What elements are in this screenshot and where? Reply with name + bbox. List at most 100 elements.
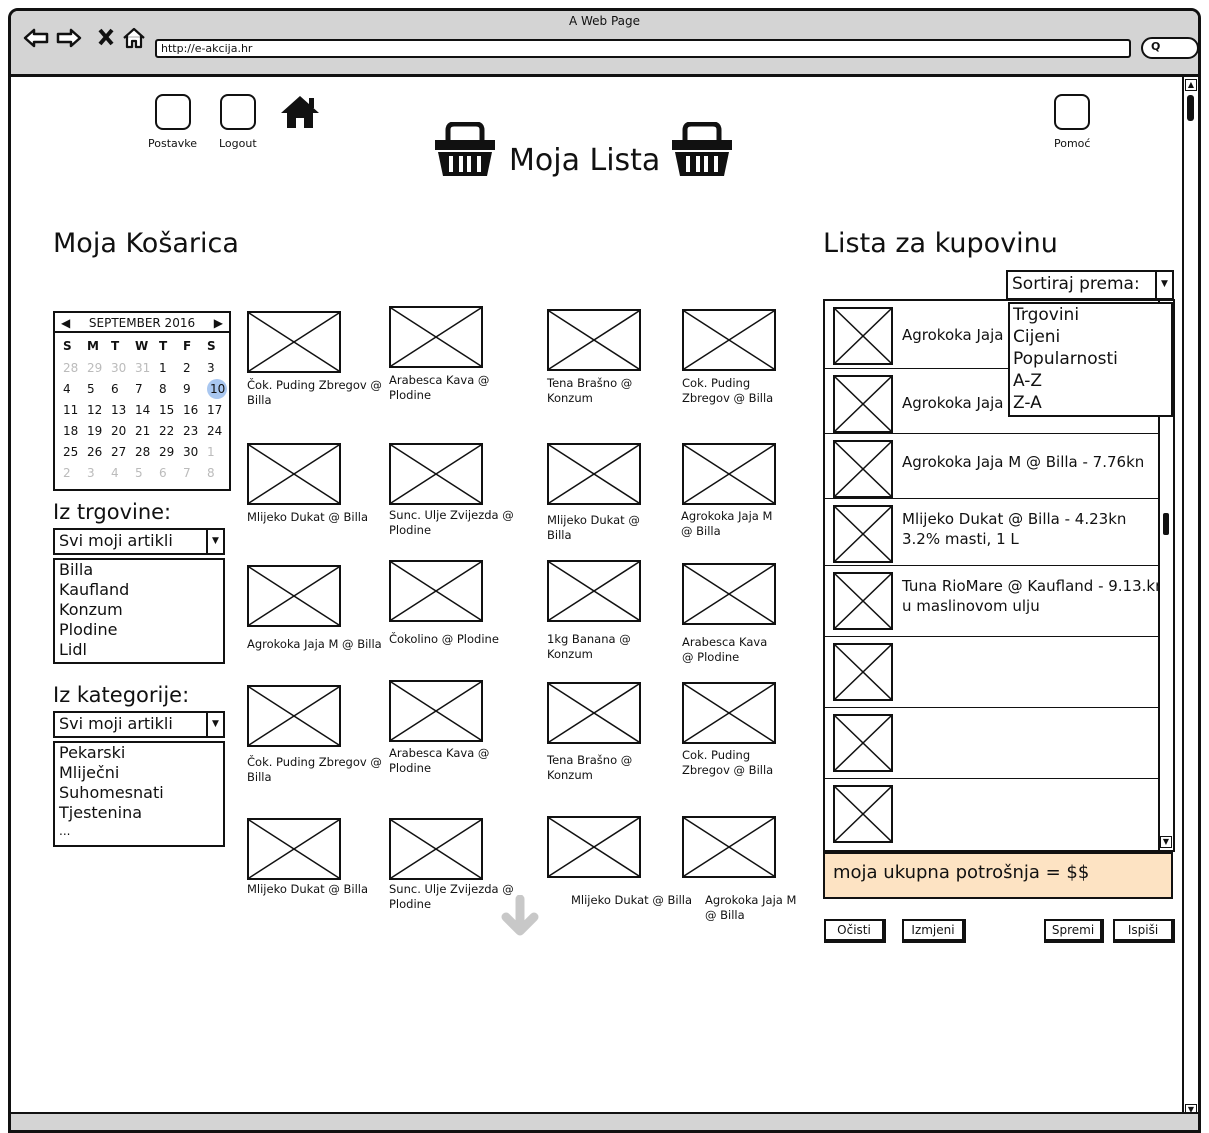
product-label[interactable]: Arabesca Kava @ Plodine — [389, 373, 527, 403]
calendar-day[interactable]: 11 — [59, 400, 83, 421]
calendar-day[interactable]: 20 — [107, 421, 131, 442]
chevron-down-icon[interactable]: ▼ — [206, 713, 223, 736]
calendar-day[interactable]: 12 — [83, 400, 107, 421]
product-label[interactable]: Mlijeko Dukat @ Billa — [247, 510, 377, 525]
product-image[interactable] — [547, 816, 641, 878]
list-item[interactable] — [825, 779, 1160, 850]
calendar-day[interactable]: 7 — [179, 463, 203, 484]
product-label[interactable]: Tena Brašno @ Konzum — [547, 376, 647, 406]
calendar-day[interactable]: 30 — [107, 358, 131, 379]
calendar-day[interactable]: 29 — [155, 442, 179, 463]
product-label[interactable]: Tena Brašno @ Konzum — [547, 753, 647, 783]
sort-option[interactable]: Cijeni — [1013, 326, 1171, 348]
calendar-day[interactable]: 21 — [131, 421, 155, 442]
save-button[interactable]: Spremi — [1044, 919, 1104, 943]
home-icon[interactable] — [279, 94, 321, 134]
calendar-day[interactable]: 7 — [131, 379, 155, 400]
sort-option[interactable]: A-Z — [1013, 370, 1171, 392]
category-option[interactable]: Tjestenina — [59, 803, 223, 823]
product-label[interactable]: Sunc. Ulje Zvijezda @ Plodine — [389, 508, 527, 538]
product-image[interactable] — [389, 560, 483, 622]
list-item[interactable]: Agrokoka Jaja M @ Billa - 7.76kn — [825, 434, 1160, 499]
calendar-day[interactable]: 9 — [179, 379, 203, 400]
store-select[interactable]: Svi moji artikli ▼ — [53, 528, 225, 555]
product-label[interactable]: Mlijeko Dukat @ Billa — [547, 513, 647, 543]
stop-icon[interactable] — [97, 26, 115, 54]
list-item[interactable] — [825, 637, 1160, 708]
category-select[interactable]: Svi moji artikli ▼ — [53, 711, 225, 738]
calendar-day[interactable]: 4 — [107, 463, 131, 484]
product-image[interactable] — [682, 309, 776, 371]
store-option[interactable]: Kaufland — [59, 580, 223, 600]
next-month-icon[interactable]: ▶ — [214, 315, 223, 331]
help-button[interactable] — [1054, 94, 1090, 130]
calendar-day[interactable]: 28 — [59, 358, 83, 379]
calendar-day[interactable]: 10 — [203, 379, 227, 400]
store-option[interactable]: Lidl — [59, 640, 223, 660]
product-image[interactable] — [247, 311, 341, 373]
product-label[interactable]: Mlijeko Dukat @ Billa — [571, 893, 701, 908]
product-label[interactable]: Cok. Puding Zbregov @ Billa — [682, 376, 782, 406]
calendar-day[interactable]: 8 — [155, 379, 179, 400]
edit-button[interactable]: Izmjeni — [902, 919, 966, 943]
scroll-up-icon[interactable]: ▲ — [1185, 79, 1197, 91]
product-image[interactable] — [547, 560, 641, 622]
calendar[interactable]: ◀ SEPTEMBER 2016 ▶ S M T W T F S 28 29 30 31 1 2 3 4 5 6… — [53, 311, 231, 491]
clear-button[interactable]: Očisti — [824, 919, 886, 943]
product-image[interactable] — [389, 680, 483, 742]
product-label[interactable]: Čok. Puding Zbregov @ Billa — [247, 378, 385, 408]
calendar-day[interactable]: 31 — [131, 358, 155, 379]
product-image[interactable] — [247, 443, 341, 505]
product-label[interactable]: Čok. Puding Zbregov @ Billa — [247, 755, 385, 785]
calendar-day[interactable]: 25 — [59, 442, 83, 463]
calendar-day[interactable]: 18 — [59, 421, 83, 442]
chevron-down-icon[interactable]: ▼ — [206, 530, 223, 553]
arrow-down-icon[interactable] — [498, 894, 542, 943]
calendar-day[interactable]: 2 — [59, 463, 83, 484]
product-image[interactable] — [547, 443, 641, 505]
calendar-day-selected[interactable]: 10 — [207, 379, 227, 399]
calendar-day[interactable]: 4 — [59, 379, 83, 400]
product-label[interactable]: Agrokoka Jaja M @ Billa — [247, 637, 387, 652]
calendar-day[interactable]: 14 — [131, 400, 155, 421]
product-image[interactable] — [247, 685, 341, 747]
product-image[interactable] — [682, 682, 776, 744]
url-bar[interactable]: http://e-akcija.hr — [155, 39, 1131, 58]
product-label[interactable]: 1kg Banana @ Konzum — [547, 632, 647, 662]
store-options-list[interactable]: Billa Kaufland Konzum Plodine Lidl — [53, 558, 225, 664]
calendar-day[interactable]: 1 — [203, 442, 227, 463]
product-label[interactable]: Arabesca Kava @ Plodine — [682, 635, 782, 665]
calendar-day[interactable]: 28 — [131, 442, 155, 463]
calendar-day[interactable]: 3 — [83, 463, 107, 484]
product-image[interactable] — [682, 816, 776, 878]
calendar-day[interactable]: 15 — [155, 400, 179, 421]
back-icon[interactable] — [23, 27, 49, 55]
list-item[interactable]: Tuna RioMare @ Kaufland - 9.13.kn u masli… — [825, 566, 1165, 637]
category-options-list[interactable]: Pekarski Mliječni Suhomesnati Tjestenina… — [53, 741, 225, 847]
list-scroll-down-icon[interactable]: ▼ — [1160, 836, 1172, 848]
list-item[interactable]: Mlijeko Dukat @ Billa - 4.23kn 3.2% masti… — [825, 499, 1160, 566]
sort-option[interactable]: Popularnosti — [1013, 348, 1171, 370]
calendar-day[interactable]: 23 — [179, 421, 203, 442]
calendar-day[interactable]: 27 — [107, 442, 131, 463]
category-option[interactable]: ... — [59, 823, 223, 839]
calendar-day[interactable]: 2 — [179, 358, 203, 379]
scroll-thumb[interactable] — [1187, 95, 1194, 121]
product-image[interactable] — [682, 443, 776, 505]
calendar-day[interactable]: 30 — [179, 442, 203, 463]
forward-icon[interactable] — [56, 27, 82, 55]
product-label[interactable]: Čokolino @ Plodine — [389, 632, 527, 647]
calendar-day[interactable]: 3 — [203, 358, 227, 379]
product-image[interactable] — [547, 682, 641, 744]
calendar-day[interactable]: 24 — [203, 421, 227, 442]
home-outline-icon[interactable] — [122, 27, 146, 55]
calendar-day[interactable]: 8 — [203, 463, 227, 484]
prev-month-icon[interactable]: ◀ — [61, 315, 70, 331]
calendar-day[interactable]: 19 — [83, 421, 107, 442]
list-item[interactable] — [825, 708, 1160, 779]
sort-option[interactable]: Z-A — [1013, 392, 1171, 414]
calendar-day[interactable]: 6 — [155, 463, 179, 484]
calendar-day[interactable]: 5 — [83, 379, 107, 400]
sort-options-menu[interactable]: Trgovini Cijeni Popularnosti A-Z Z-A — [1008, 302, 1173, 417]
product-label[interactable]: Agrokoka Jaja M @ Billa — [705, 893, 805, 923]
